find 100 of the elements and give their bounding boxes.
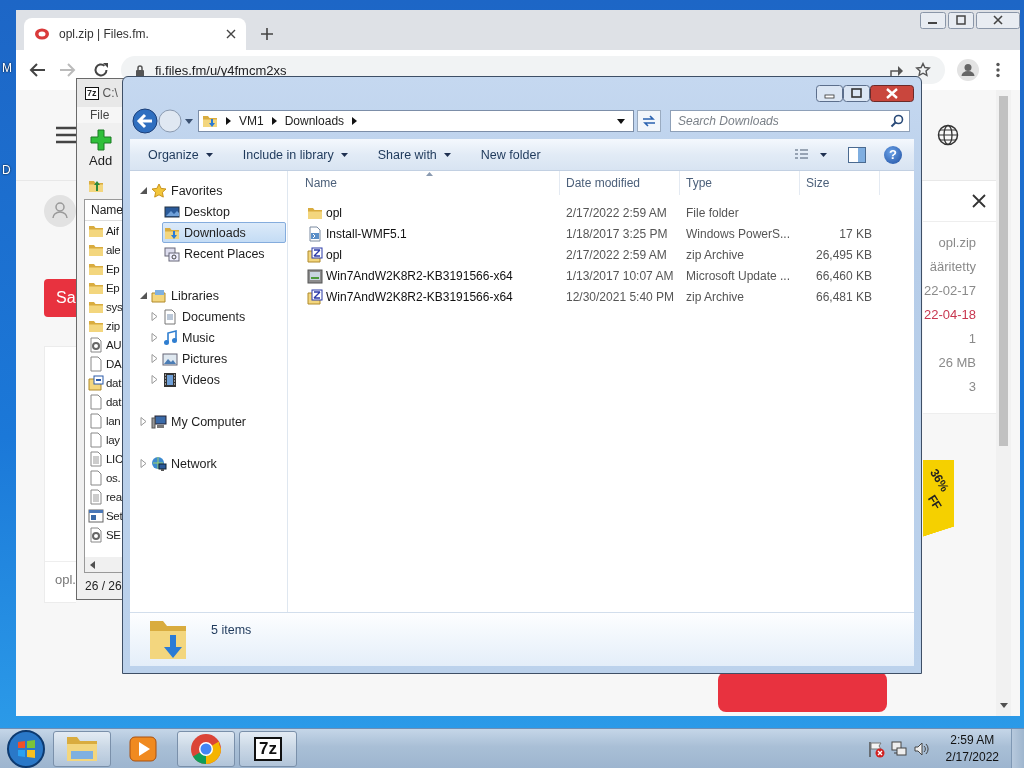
search-field[interactable]: Search Downloads <box>670 110 910 132</box>
file-name[interactable]: os. <box>106 471 121 484</box>
file-name[interactable]: Win7AndW2K8R2-KB3191566-x64 <box>326 268 513 283</box>
profile-icon[interactable] <box>957 59 979 81</box>
refresh-button[interactable] <box>637 110 661 132</box>
add-button[interactable]: Add <box>89 128 113 168</box>
file-name[interactable]: LIC <box>106 452 123 465</box>
breadcrumb[interactable]: Downloads <box>284 114 345 128</box>
file-name[interactable]: Win7AndW2K8R2-KB3191566-x64 <box>326 289 513 304</box>
reload-icon[interactable] <box>93 62 109 78</box>
file-name[interactable]: Ep <box>106 262 120 275</box>
nav-item[interactable]: Desktop <box>162 201 286 222</box>
preview-pane-icon[interactable] <box>848 146 866 163</box>
file-name[interactable]: rea <box>106 490 122 503</box>
file-name[interactable]: dat <box>106 395 122 408</box>
command-button[interactable]: Organize <box>140 143 221 166</box>
maximize-button[interactable] <box>843 85 870 102</box>
close-icon[interactable] <box>225 28 237 40</box>
nav-item[interactable]: My Computer <box>149 411 286 432</box>
close-button[interactable] <box>976 12 1020 29</box>
scrollbar[interactable] <box>85 557 125 572</box>
expand-arrow-icon[interactable] <box>151 375 158 384</box>
network-icon[interactable] <box>889 739 908 758</box>
clock-date[interactable]: 2/17/2022 <box>945 748 999 766</box>
taskbar-button[interactable] <box>177 730 235 767</box>
desktop-icon-label[interactable]: D <box>2 162 12 178</box>
file-name[interactable]: Ep <box>106 281 120 294</box>
expand-arrow-icon[interactable] <box>151 354 158 363</box>
file-name[interactable]: ale <box>106 243 121 256</box>
menu-icon[interactable] <box>995 62 1001 78</box>
nav-item[interactable]: Videos <box>160 369 286 390</box>
file-name[interactable]: zip <box>106 319 120 332</box>
column-header[interactable]: Type <box>680 171 800 195</box>
file-name[interactable]: lan <box>106 414 121 427</box>
up-folder-icon[interactable] <box>88 178 104 194</box>
star-icon[interactable] <box>915 62 931 78</box>
file-name[interactable]: sys <box>106 300 123 313</box>
expand-arrow-icon[interactable] <box>151 333 158 342</box>
search-icon[interactable] <box>890 114 904 128</box>
share-icon[interactable] <box>889 63 905 77</box>
file-name[interactable]: dat <box>106 376 122 389</box>
taskbar-button[interactable] <box>53 730 111 767</box>
file-name[interactable]: Aif <box>106 224 119 237</box>
nav-item[interactable]: Pictures <box>160 348 286 369</box>
breadcrumb-arrow-icon[interactable] <box>226 117 231 125</box>
nav-item[interactable]: Libraries <box>149 285 286 306</box>
expand-arrow-icon[interactable] <box>140 417 147 426</box>
file-name[interactable]: Install-WMF5.1 <box>326 226 407 241</box>
scroll-left-arrow-icon[interactable] <box>90 560 95 569</box>
column-header[interactable]: Size <box>800 171 880 195</box>
browser-tab[interactable]: opl.zip | Files.fm. <box>24 18 246 50</box>
minimize-button[interactable] <box>920 12 946 29</box>
taskbar-button[interactable]: 7z <box>239 730 297 767</box>
command-button[interactable]: New folder <box>472 143 549 166</box>
download-button[interactable] <box>718 672 887 712</box>
close-button[interactable] <box>870 85 914 102</box>
command-button[interactable]: Include in library <box>234 143 356 166</box>
file-name[interactable]: AU <box>106 338 122 351</box>
restore-button[interactable] <box>948 12 974 29</box>
view-options-icon[interactable] <box>794 147 830 162</box>
file-name[interactable]: opl <box>326 247 342 262</box>
scroll-thumb[interactable] <box>999 96 1008 446</box>
back-arrow-icon[interactable] <box>28 62 46 78</box>
nav-item[interactable]: Music <box>160 327 286 348</box>
expand-arrow-icon[interactable] <box>151 312 158 321</box>
save-button[interactable]: Sa <box>44 279 76 317</box>
desktop-icon-label[interactable]: M <box>2 60 12 76</box>
start-button[interactable] <box>4 728 48 768</box>
nav-item[interactable]: Network <box>149 453 286 474</box>
column-header[interactable]: Name <box>288 171 560 195</box>
collapse-arrow-icon[interactable] <box>140 187 147 194</box>
scrollbar[interactable] <box>996 90 1011 716</box>
history-dropdown-icon[interactable] <box>185 118 193 124</box>
nav-item[interactable]: Documents <box>160 306 286 327</box>
file-name[interactable]: SE <box>106 528 121 541</box>
minimize-button[interactable] <box>816 85 843 102</box>
language-globe-icon[interactable] <box>937 124 959 146</box>
nav-item[interactable]: Recent Places <box>162 243 286 264</box>
column-header[interactable]: Date modified <box>560 171 680 195</box>
file-name[interactable]: DA <box>106 357 122 370</box>
dropdown-arrow-icon[interactable] <box>617 118 625 124</box>
address-bar[interactable]: VM1 Downloads <box>198 110 634 132</box>
expand-arrow-icon[interactable] <box>140 459 147 468</box>
breadcrumb[interactable]: VM1 <box>239 114 264 128</box>
close-icon[interactable] <box>972 194 986 208</box>
back-button[interactable] <box>132 108 158 134</box>
nav-item[interactable]: Favorites <box>149 180 286 201</box>
file-name[interactable]: opl <box>326 205 342 220</box>
breadcrumb-arrow-icon[interactable] <box>352 117 358 125</box>
command-button[interactable]: Share with <box>369 143 459 166</box>
new-tab-icon[interactable] <box>260 27 274 41</box>
breadcrumb-arrow-icon[interactable] <box>271 117 277 125</box>
scroll-down-arrow-icon[interactable] <box>1000 703 1008 708</box>
file-name[interactable]: Set <box>106 509 123 522</box>
file-name[interactable]: lay <box>106 433 120 446</box>
clock-time[interactable]: 2:59 AM <box>950 731 995 749</box>
collapse-arrow-icon[interactable] <box>140 292 147 299</box>
nav-item[interactable]: Downloads <box>162 222 286 243</box>
menu-icon[interactable] <box>55 126 77 144</box>
flag-error-icon[interactable] <box>866 739 885 758</box>
